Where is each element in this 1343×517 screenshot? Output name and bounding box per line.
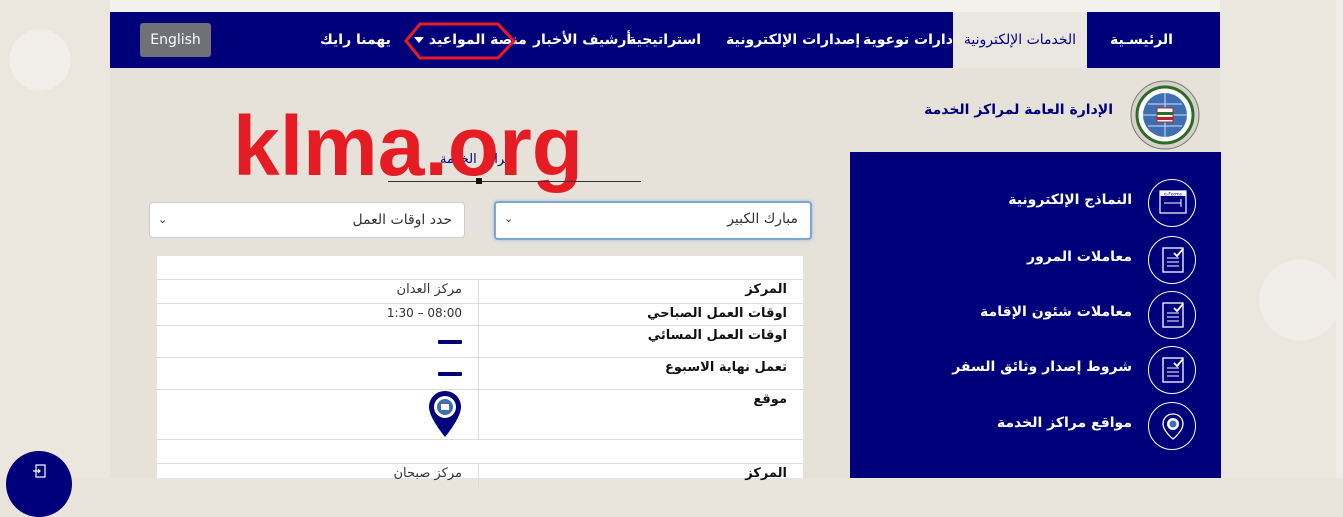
- empty-value-dash: [438, 340, 462, 344]
- department-logo: [1130, 80, 1200, 150]
- table-spacer-row: [157, 440, 803, 464]
- morning-hours-cell: 08:00 – 1:30: [157, 304, 479, 325]
- hours-select[interactable]: حدد اوقات العمل ⌄: [149, 202, 465, 238]
- morning-hours-label: اوقات العمل الصباحي: [647, 306, 787, 321]
- sidebar-item-residency[interactable]: معاملات شئون الإقامة: [850, 288, 1221, 342]
- login-icon: [33, 464, 46, 478]
- sidebar-item-label: معاملات شئون الإقامة: [980, 304, 1132, 320]
- location-cell: [157, 390, 479, 439]
- center-value-cell: مركز العدان: [157, 280, 479, 303]
- nav-item-awareness[interactable]: إدارات توعوية: [863, 12, 958, 68]
- watermark-text: klma.org: [233, 99, 584, 193]
- document-check-icon: [1148, 236, 1196, 284]
- governorate-select-value: مبارك الكبير: [727, 211, 798, 227]
- sidebar-item-center-locations[interactable]: مواقع مراكز الخدمة: [850, 399, 1221, 453]
- center-label: المركز: [745, 466, 787, 481]
- location-pin-icon[interactable]: [428, 390, 462, 438]
- sidebar-item-label: معاملات المرور: [1027, 249, 1132, 265]
- empty-value-dash: [438, 372, 462, 376]
- services-sidebar: النماذج الإلكترونية e-Forms معاملات المر…: [850, 152, 1221, 478]
- weekend-cell: [157, 358, 479, 389]
- table-row: المركز مركز صبحان: [157, 464, 803, 488]
- evening-hours-cell: [157, 326, 479, 357]
- location-label: موقع: [753, 392, 787, 407]
- main-navbar: English يهمنا رايك منصة المواعيد أرشيف ا…: [110, 12, 1220, 68]
- language-button[interactable]: English: [140, 23, 211, 57]
- nav-item-feedback[interactable]: يهمنا رايك: [320, 12, 391, 68]
- table-row: اوقات العمل المسائي: [157, 326, 803, 358]
- center-label: المركز: [745, 282, 787, 297]
- nav-item-strategy[interactable]: استراتيجية: [628, 12, 701, 68]
- cursor-marker: [476, 178, 482, 184]
- hours-select-value: حدد اوقات العمل: [352, 212, 452, 228]
- chevron-down-icon: ⌄: [158, 213, 168, 226]
- breadcrumb-underline: [388, 181, 641, 182]
- table-row: المركز مركز العدان: [157, 280, 803, 304]
- scrollbar[interactable]: [1336, 0, 1343, 478]
- document-check-icon: [1148, 346, 1196, 394]
- document-check-icon: [1148, 291, 1196, 339]
- sidebar-item-e-forms[interactable]: النماذج الإلكترونية e-Forms: [850, 176, 1221, 230]
- table-row: تعمل نهاية الاسبوع: [157, 358, 803, 390]
- sidebar-item-travel-documents[interactable]: شروط إصدار وثائق السفر: [850, 343, 1221, 397]
- evening-hours-label: اوقات العمل المسائي: [647, 328, 787, 343]
- location-pin-icon: [1148, 402, 1196, 450]
- nav-item-e-services[interactable]: الخدمات الإلكترونية: [953, 12, 1087, 68]
- e-forms-icon-text: e-Forms: [1164, 191, 1183, 197]
- nav-item-news-archive[interactable]: أرشيف الأخبار: [533, 12, 631, 68]
- red-highlight-annotation: [404, 22, 517, 60]
- nav-item-e-publications[interactable]: إصدارات الإلكترونية: [726, 12, 860, 68]
- governorate-select[interactable]: مبارك الكبير ⌄: [494, 201, 812, 240]
- sidebar-item-label: مواقع مراكز الخدمة: [996, 415, 1132, 431]
- nav-item-home[interactable]: الرئيسـية: [1110, 12, 1173, 68]
- top-strip: [110, 0, 1220, 12]
- sidebar-item-label: شروط إصدار وثائق السفر: [952, 359, 1132, 375]
- table-row: اوقات العمل الصباحي 08:00 – 1:30: [157, 304, 803, 326]
- morning-hours-value: 08:00 – 1:30: [386, 306, 462, 320]
- weekend-label: تعمل نهاية الاسبوع: [665, 360, 787, 375]
- table-row: موقع: [157, 390, 803, 440]
- sidebar-item-traffic[interactable]: معاملات المرور: [850, 233, 1221, 287]
- sidebar-item-label: النماذج الإلكترونية: [1008, 192, 1132, 208]
- center-info-panel: المركز مركز العدان اوقات العمل الصباحي 0…: [157, 256, 803, 488]
- center-value: مركز صبحان: [393, 466, 463, 481]
- table-spacer-row: [157, 256, 803, 280]
- e-forms-icon: e-Forms: [1148, 179, 1196, 227]
- chevron-down-icon: ⌄: [504, 212, 514, 225]
- floating-action-button[interactable]: [6, 451, 72, 517]
- center-value-cell: مركز صبحان: [157, 464, 479, 488]
- department-name: الإدارة العامة لمراكز الخدمة: [924, 102, 1113, 118]
- center-value: مركز العدان: [396, 282, 462, 297]
